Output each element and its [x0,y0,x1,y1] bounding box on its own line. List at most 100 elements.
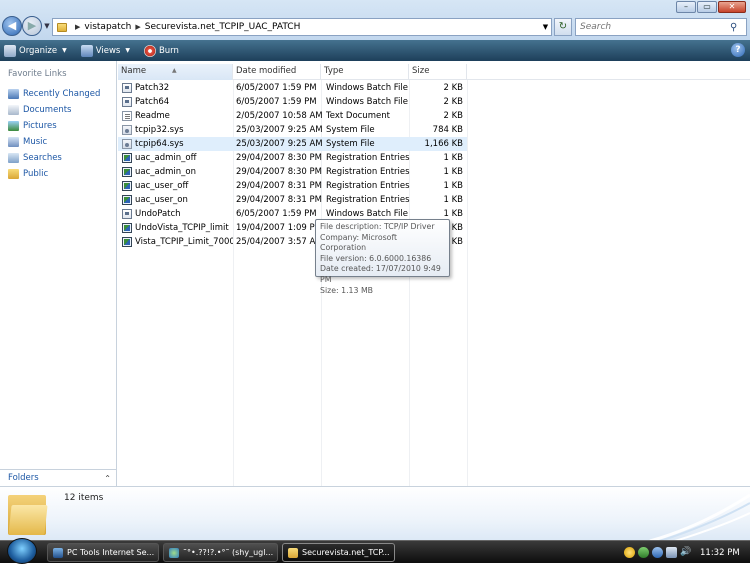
volume-icon[interactable]: 🔊 [680,547,691,558]
recent-pages-dropdown[interactable]: ▼ [42,20,52,32]
taskbar-item-chat[interactable]: ˜°•.??!?.•°˜ (shy_ugl... [163,543,278,562]
file-row[interactable]: uac_user_off 29/04/2007 8:31 PM Registrati… [118,179,467,193]
start-button[interactable] [7,538,37,564]
folder-icon [288,547,298,558]
sidebar-item-searches[interactable]: Searches [8,151,62,164]
system-file-icon [122,125,132,135]
file-row[interactable]: tcpip64.sys 25/03/2007 9:25 AM System File… [118,137,467,151]
file-list: ▲ Name Date modified Type Size Patch32 6/… [118,61,750,486]
chevron-down-icon: ▼ [125,47,130,54]
file-date-modified: 29/04/2007 8:30 PM [236,167,322,177]
messenger-icon[interactable] [624,547,635,558]
tooltip-version: File version: 6.0.6000.16386 [320,253,432,263]
maximize-button[interactable]: ▭ [697,1,717,13]
views-label: Views [95,45,121,56]
window-controls: – ▭ ✕ [676,1,746,14]
folders-label: Folders [8,473,39,483]
column-name[interactable]: ▲ Name [118,64,233,80]
music-icon [8,136,19,147]
file-type: Registration Entries [326,153,410,163]
file-row[interactable]: uac_admin_off 29/04/2007 8:30 PM Registrat… [118,151,467,165]
file-name: uac_user_off [118,181,233,191]
decorative-swoosh [649,493,750,541]
file-size: 1 KB [443,167,463,177]
system-tray: 🔊 11:32 PM [620,541,750,564]
search-input[interactable] [580,22,730,32]
organize-button[interactable]: Organize ▼ [4,44,67,57]
tooltip-description: File description: TCP/IP Driver [320,222,435,231]
file-name: uac_admin_on [118,167,233,177]
taskbar-item-pc-tools[interactable]: PC Tools Internet Se... [47,543,159,562]
sort-ascending-icon: ▲ [172,67,177,74]
network-icon[interactable] [652,547,663,558]
search-box[interactable]: ⚲ [575,18,747,36]
breadcrumb-current-folder[interactable]: Securevista.net_TCPIP_UAC_PATCH [145,22,301,32]
file-name: uac_user_on [118,195,233,205]
search-icon[interactable]: ⚲ [730,22,737,33]
burn-button[interactable]: Burn [143,44,179,57]
batch-file-icon [122,97,132,107]
views-button[interactable]: Views ▼ [80,44,130,57]
refresh-button[interactable]: ↻ [554,18,572,36]
taskbar-item-label: PC Tools Internet Se... [67,548,155,557]
file-row[interactable]: uac_admin_on 29/04/2007 8:30 PM Registrati… [118,165,467,179]
file-name-label: uac_admin_on [135,167,196,177]
file-date-modified: 6/05/2007 1:59 PM [236,97,317,107]
file-size: 2 KB [443,111,463,121]
navigation-pane: Favorite Links Recently Changed Document… [0,61,117,486]
file-name: tcpip64.sys [118,139,233,149]
sidebar-item-public[interactable]: Public [8,167,48,180]
forward-button[interactable]: ▶ [22,16,42,36]
sidebar-item-music[interactable]: Music [8,135,47,148]
file-row[interactable]: Patch32 6/05/2007 1:59 PM Windows Batch Fi… [118,81,467,95]
clock[interactable]: 11:32 PM [700,548,740,558]
file-name: Vista_TCPIP_Limit_70000 [118,237,233,247]
file-row[interactable]: uac_user_on 29/04/2007 8:31 PM Registratio… [118,193,467,207]
sidebar-item-pictures[interactable]: Pictures [8,119,57,132]
sidebar-item-recently-changed[interactable]: Recently Changed [8,87,100,100]
file-date-modified: 29/04/2007 8:31 PM [236,181,322,191]
sidebar-item-label: Public [23,168,49,179]
column-headers: ▲ Name Date modified Type Size [118,64,750,80]
file-row[interactable]: tcpip32.sys 25/03/2007 9:25 AM System File… [118,123,467,137]
column-type[interactable]: Type [321,64,409,80]
display-icon[interactable] [666,547,677,558]
tooltip-company: Company: Microsoft Corporation [320,232,398,253]
registry-file-icon [122,223,132,233]
file-date-modified: 2/05/2007 10:58 AM [236,111,323,121]
close-button[interactable]: ✕ [718,1,746,13]
file-size: 1 KB [443,195,463,205]
file-date-modified: 19/04/2007 1:09 PM [236,223,322,233]
address-bar[interactable]: ▶ vistapatch ▶ Securevista.net_TCPIP_UAC… [52,18,552,36]
folder-icon [57,22,67,32]
breadcrumb-separator-icon[interactable]: ▶ [75,23,80,31]
file-row[interactable]: Readme 2/05/2007 10:58 AM Text Document 2 K… [118,109,467,123]
breadcrumb-separator-icon[interactable]: ▶ [135,23,140,31]
breadcrumb-vistapatch[interactable]: vistapatch [84,22,131,32]
file-row[interactable]: Patch64 6/05/2007 1:59 PM Windows Batch Fi… [118,95,467,109]
address-dropdown-icon[interactable]: ▼ [539,23,551,31]
organize-label: Organize [19,45,58,56]
folders-toggle[interactable]: Folders ⌃ [0,469,117,486]
sidebar-item-documents[interactable]: Documents [8,103,71,116]
file-size: 1,166 KB [424,139,463,149]
column-date-modified[interactable]: Date modified [233,64,321,80]
help-button[interactable]: ? [731,43,745,57]
registry-file-icon [122,153,132,163]
sidebar-item-label: Recently Changed [23,88,101,99]
column-size[interactable]: Size [409,64,467,80]
sidebar-item-label: Music [23,136,48,147]
documents-icon [8,104,19,115]
file-size: 2 KB [443,97,463,107]
recently-changed-icon [8,88,19,99]
file-name-label: uac_user_on [135,195,188,205]
minimize-button[interactable]: – [676,1,696,13]
command-toolbar: Organize ▼ Views ▼ Burn ? [0,40,750,61]
security-icon[interactable] [638,547,649,558]
file-date-modified: 6/05/2007 1:59 PM [236,209,317,219]
file-size: 784 KB [432,125,463,135]
taskbar-item-label: ˜°•.??!?.•°˜ (shy_ugl... [183,548,274,557]
back-button[interactable]: ◀ [2,16,22,36]
file-size: 1 KB [443,209,463,219]
taskbar-item-explorer[interactable]: Securevista.net_TCP... [282,543,395,562]
